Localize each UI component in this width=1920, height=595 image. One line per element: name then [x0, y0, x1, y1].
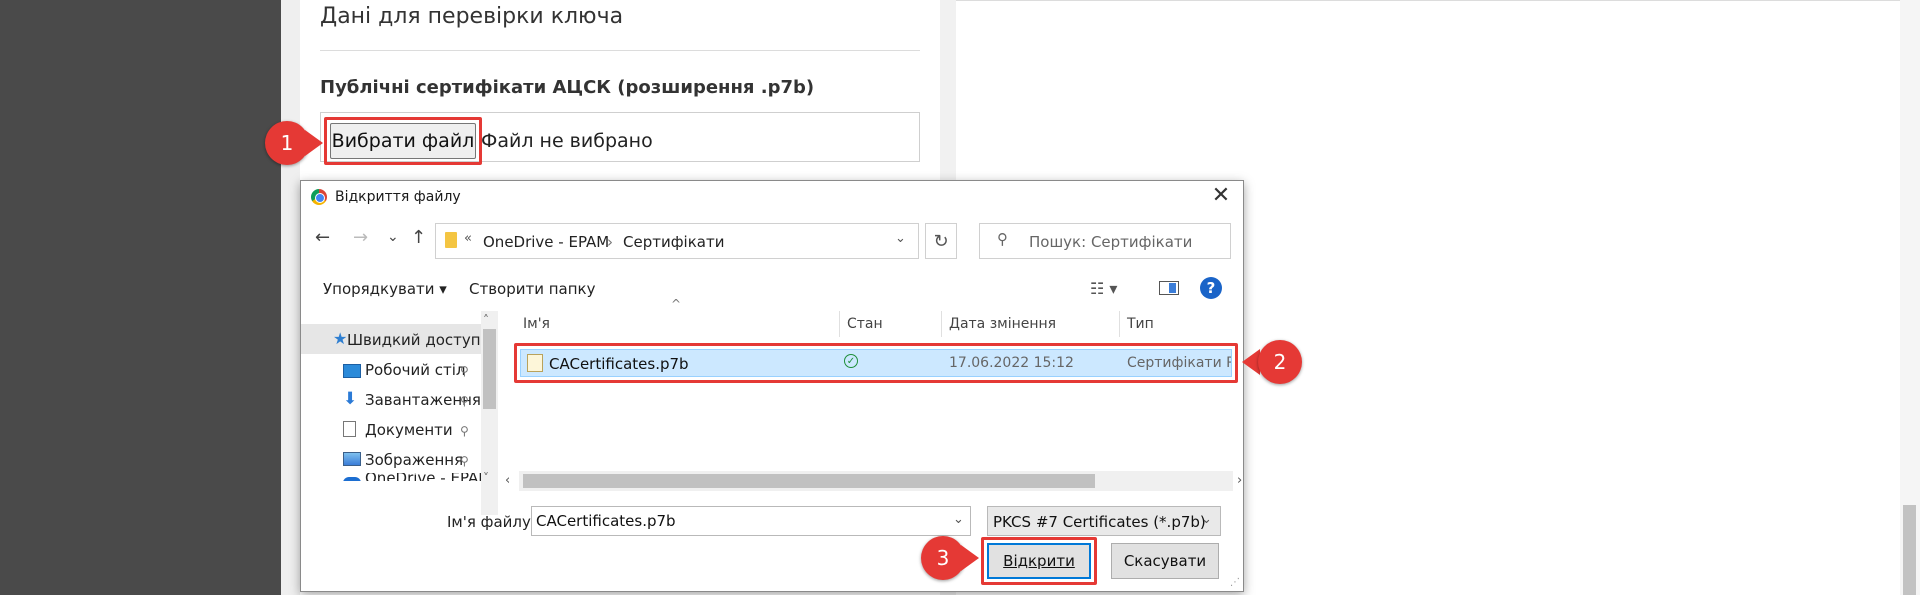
- cancel-button[interactable]: Скасувати: [1111, 543, 1219, 579]
- highlight-box-choose-file: [324, 117, 482, 165]
- documents-icon: [343, 421, 356, 437]
- recent-locations-icon[interactable]: ⌄: [387, 229, 399, 245]
- page-gutter-left: [281, 0, 300, 595]
- chrome-icon: [311, 189, 327, 205]
- refresh-icon[interactable]: ↻: [925, 223, 957, 259]
- field-label: Публічні сертифікати АЦСК (розширення .p…: [320, 77, 815, 98]
- nav-item-pictures[interactable]: Зображення: [365, 451, 463, 469]
- step-badge-3: 3: [921, 536, 965, 580]
- scroll-down-icon[interactable]: ˅: [483, 471, 489, 485]
- section-title: Дані для перевірки ключа: [320, 4, 624, 29]
- file-name-label: Ім'я файлу:: [447, 513, 536, 531]
- forward-arrow-icon[interactable]: →: [353, 227, 368, 248]
- chevron-down-icon[interactable]: ⌄: [1201, 512, 1212, 527]
- chevron-down-icon[interactable]: ⌄: [953, 512, 964, 527]
- up-arrow-icon[interactable]: ↑: [411, 227, 426, 248]
- search-icon: ⚲: [997, 230, 1008, 248]
- step-badge-3-arrow: [961, 545, 979, 571]
- close-icon[interactable]: ✕: [1209, 183, 1233, 208]
- scroll-left-icon[interactable]: ‹: [505, 473, 510, 488]
- breadcrumb-separator: ›: [607, 233, 613, 251]
- chevron-down-icon[interactable]: ⌄: [895, 231, 906, 246]
- nav-scrollbar-thumb[interactable]: [483, 329, 496, 409]
- pin-icon: ⚲: [460, 364, 469, 378]
- organize-button[interactable]: Упорядкувати ▾: [323, 280, 447, 298]
- help-icon[interactable]: ?: [1200, 277, 1222, 299]
- pin-icon: ⚲: [460, 394, 469, 408]
- step-badge-2: 2: [1258, 340, 1302, 384]
- onedrive-icon: [343, 477, 361, 481]
- pin-icon: ⚲: [460, 454, 469, 468]
- address-overflow: «: [464, 231, 472, 246]
- file-type-select[interactable]: PKCS #7 Certificates (*.p7b): [987, 506, 1221, 536]
- highlight-box-open: [981, 537, 1097, 585]
- nav-item-onedrive[interactable]: OneDrive - EPAM: [365, 473, 481, 481]
- step-badge-1: 1: [265, 121, 309, 165]
- preview-pane-icon[interactable]: [1159, 281, 1179, 295]
- resize-grip-icon[interactable]: ⋰: [1230, 577, 1240, 588]
- step-badge-1-arrow: [305, 130, 323, 156]
- section-divider: [320, 50, 920, 51]
- breadcrumb-certificates[interactable]: Сертифікати: [623, 233, 724, 251]
- desktop-icon: [343, 364, 361, 378]
- new-folder-button[interactable]: Створити папку: [469, 280, 596, 298]
- pictures-icon: [343, 452, 361, 466]
- top-divider: [956, 0, 1906, 1]
- view-options-icon[interactable]: ☷ ▾: [1090, 279, 1117, 298]
- dialog-title: Відкриття файлу: [335, 189, 461, 205]
- page-scrollbar-thumb[interactable]: [1903, 505, 1916, 595]
- folder-icon: [445, 232, 457, 248]
- open-file-dialog: Відкриття файлу ✕ ← → ⌄ ↑ « OneDrive - E…: [300, 180, 1244, 592]
- horizontal-scrollbar-thumb[interactable]: [523, 474, 1095, 488]
- highlight-box-file-row: [514, 343, 1238, 383]
- column-separator: [1119, 311, 1120, 337]
- pin-icon: ⚲: [460, 424, 469, 438]
- column-header-type[interactable]: Тип: [1127, 316, 1154, 332]
- column-separator: [941, 311, 942, 337]
- column-header-modified[interactable]: Дата змінення: [949, 316, 1056, 332]
- sort-ascending-icon: ^: [671, 297, 682, 311]
- nav-item-quick-access[interactable]: Швидкий доступ: [347, 331, 481, 349]
- column-header-name[interactable]: Ім'я: [523, 316, 550, 332]
- download-icon: ⬇: [343, 389, 358, 409]
- search-placeholder: Пошук: Сертифікати: [1029, 233, 1193, 251]
- back-arrow-icon[interactable]: ←: [315, 227, 330, 248]
- scroll-up-icon[interactable]: ˄: [483, 313, 489, 327]
- scroll-right-icon[interactable]: ›: [1237, 473, 1242, 488]
- nav-item-desktop[interactable]: Робочий стіл: [365, 361, 466, 379]
- nav-item-onedrive-clip: OneDrive - EPAM: [301, 473, 481, 481]
- column-separator: [839, 311, 840, 337]
- file-name-input[interactable]: [531, 506, 971, 536]
- nav-item-documents[interactable]: Документи: [365, 421, 453, 439]
- breadcrumb-onedrive[interactable]: OneDrive - EPAM: [483, 233, 609, 251]
- left-dark-area: [0, 0, 281, 595]
- column-header-status[interactable]: Стан: [847, 316, 883, 332]
- no-file-text: Файл не вибрано: [481, 130, 653, 152]
